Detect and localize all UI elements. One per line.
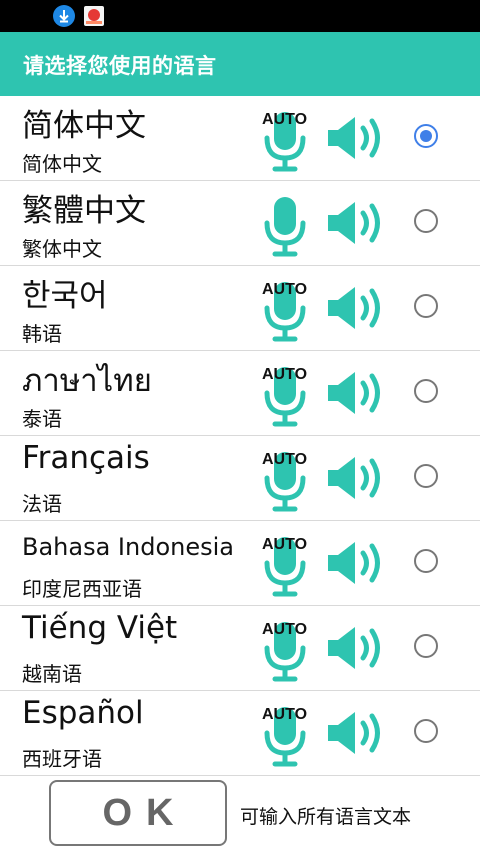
language-row[interactable]: 繁體中文 繁体中文 [0, 181, 480, 266]
language-subtitle: 简体中文 [22, 152, 102, 176]
language-row[interactable]: 한국어 韩语 AUTO [0, 266, 480, 351]
language-radio[interactable] [414, 719, 438, 743]
language-name: 한국어 [22, 278, 108, 314]
language-subtitle: 韩语 [22, 322, 62, 346]
language-radio[interactable] [414, 549, 438, 573]
language-name: Español [22, 695, 144, 731]
language-name: 繁體中文 [22, 193, 146, 229]
language-radio[interactable] [414, 124, 438, 148]
download-icon [53, 5, 75, 27]
language-subtitle: 印度尼西亚语 [22, 577, 142, 601]
auto-label: AUTO [262, 621, 308, 638]
ok-button[interactable]: OK [49, 780, 227, 846]
language-radio[interactable] [414, 209, 438, 233]
language-name: Français [22, 440, 150, 476]
language-subtitle: 越南语 [22, 662, 82, 686]
speaker-icon[interactable] [325, 624, 389, 672]
language-row[interactable]: Tiếng Việt 越南语 AUTO [0, 606, 480, 691]
speaker-icon[interactable] [325, 369, 389, 417]
auto-label: AUTO [262, 281, 308, 298]
language-subtitle: 泰语 [22, 407, 62, 431]
speaker-icon[interactable] [325, 199, 389, 247]
language-radio[interactable] [414, 464, 438, 488]
app-notification-icon [84, 6, 104, 26]
speaker-icon[interactable] [325, 284, 389, 332]
language-row[interactable]: ภาษาไทย 泰语 AUTO [0, 351, 480, 436]
language-row[interactable]: Français 法语 AUTO [0, 436, 480, 521]
language-list: 简体中文 简体中文 AUTO 繁體中文 繁体中文 한국어 韩语 AUTO ภาษ… [0, 96, 480, 776]
language-row[interactable]: 简体中文 简体中文 AUTO [0, 96, 480, 181]
speaker-icon[interactable] [325, 114, 389, 162]
speaker-icon[interactable] [325, 539, 389, 587]
language-radio[interactable] [414, 379, 438, 403]
language-name: 简体中文 [22, 108, 146, 144]
status-bar [0, 0, 480, 32]
language-name: Bahasa Indonesia [22, 533, 234, 561]
auto-label: AUTO [262, 366, 308, 383]
auto-label: AUTO [262, 536, 308, 553]
app-bar: 请选择您使用的语言 [0, 32, 480, 96]
language-subtitle: 西班牙语 [22, 747, 102, 771]
microphone-icon[interactable] [260, 191, 310, 257]
auto-label: AUTO [262, 706, 308, 723]
language-name: ภาษาไทย [22, 363, 152, 399]
language-radio[interactable] [414, 294, 438, 318]
hint-text: 可输入所有语言文本 [240, 806, 412, 828]
language-row[interactable]: Español 西班牙语 AUTO [0, 691, 480, 776]
language-name: Tiếng Việt [22, 610, 178, 646]
language-radio[interactable] [414, 634, 438, 658]
language-row[interactable]: Bahasa Indonesia 印度尼西亚语 AUTO [0, 521, 480, 606]
speaker-icon[interactable] [325, 454, 389, 502]
language-subtitle: 繁体中文 [22, 237, 102, 261]
language-subtitle: 法语 [22, 492, 62, 516]
page-title: 请选择您使用的语言 [23, 54, 217, 78]
speaker-icon[interactable] [325, 709, 389, 757]
auto-label: AUTO [262, 451, 308, 468]
auto-label: AUTO [262, 111, 308, 128]
